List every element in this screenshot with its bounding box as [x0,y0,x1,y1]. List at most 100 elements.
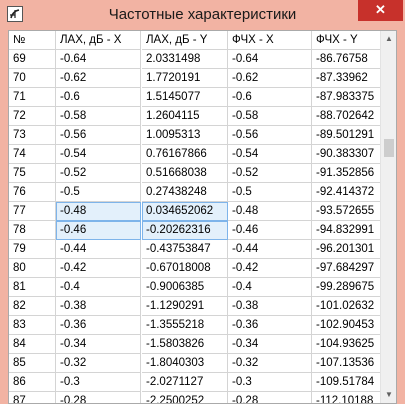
cell-fchh-y[interactable]: -112.10188 [312,392,380,403]
cell-number[interactable]: 76 [9,183,56,202]
cell-lah-y[interactable]: -1.8040303 [142,354,228,373]
table-row[interactable]: 81 -0.4 -0.9006385 -0.4 -99.289675 [9,278,380,297]
cell-fchh-x[interactable]: -0.32 [228,354,312,373]
cell-number[interactable]: 79 [9,240,56,259]
cell-lah-x[interactable]: -0.36 [56,316,141,335]
cell-fchh-x[interactable]: -0.48 [228,202,312,221]
cell-number[interactable]: 81 [9,278,56,297]
cell-fchh-x[interactable]: -0.4 [228,278,312,297]
cell-fchh-y[interactable]: -87.983375 [312,88,380,107]
cell-lah-x[interactable]: -0.6 [56,88,141,107]
table-row[interactable]: 83 -0.36 -1.3555218 -0.36 -102.90453 [9,316,380,335]
cell-lah-y[interactable]: -0.43753847 [142,240,228,259]
table-row[interactable]: 87 -0.28 -2.2500252 -0.28 -112.10188 [9,392,380,403]
cell-fchh-x[interactable]: -0.56 [228,126,312,145]
cell-fchh-y[interactable]: -102.90453 [312,316,380,335]
cell-lah-y[interactable]: -0.67018008 [142,259,228,278]
cell-lah-y[interactable]: -1.5803826 [142,335,228,354]
cell-lah-x[interactable]: -0.38 [56,297,141,316]
cell-lah-y[interactable]: -1.3555218 [142,316,228,335]
cell-fchh-y[interactable]: -109.51784 [312,373,380,392]
column-header-fchh-x[interactable]: ФЧХ - X [228,31,312,50]
cell-fchh-y[interactable]: -88.702642 [312,107,380,126]
table-row[interactable]: 82 -0.38 -1.1290291 -0.38 -101.02632 [9,297,380,316]
cell-fchh-y[interactable]: -86.76758 [312,50,380,69]
cell-number[interactable]: 83 [9,316,56,335]
table-row[interactable]: 73 -0.56 1.0095313 -0.56 -89.501291 [9,126,380,145]
cell-lah-x[interactable]: -0.34 [56,335,141,354]
cell-fchh-y[interactable]: -92.414372 [312,183,380,202]
table-row[interactable]: 84 -0.34 -1.5803826 -0.34 -104.93625 [9,335,380,354]
table-row[interactable]: 76 -0.5 0.27438248 -0.5 -92.414372 [9,183,380,202]
cell-number[interactable]: 84 [9,335,56,354]
cell-number[interactable]: 82 [9,297,56,316]
title-bar[interactable]: Частотные характеристики ✕ [0,0,405,30]
cell-lah-x[interactable]: -0.58 [56,107,141,126]
cell-fchh-y[interactable]: -97.684297 [312,259,380,278]
cell-lah-x[interactable]: -0.28 [56,392,141,403]
cell-fchh-x[interactable]: -0.3 [228,373,312,392]
table-row[interactable]: 85 -0.32 -1.8040303 -0.32 -107.13536 [9,354,380,373]
table-row[interactable]: 72 -0.58 1.2604115 -0.58 -88.702642 [9,107,380,126]
cell-lah-y[interactable]: -1.1290291 [142,297,228,316]
cell-number[interactable]: 73 [9,126,56,145]
cell-lah-x[interactable]: -0.5 [56,183,141,202]
data-grid[interactable]: № ЛАХ, дБ - X ЛАХ, дБ - Y ФЧХ - X ФЧХ - … [9,31,380,403]
table-row[interactable]: 71 -0.6 1.5145077 -0.6 -87.983375 [9,88,380,107]
cell-lah-y[interactable]: -2.2500252 [142,392,228,403]
column-header-lah-y[interactable]: ЛАХ, дБ - Y [142,31,228,50]
cell-fchh-x[interactable]: -0.6 [228,88,312,107]
scrollbar-thumb[interactable] [384,139,394,157]
cell-lah-y[interactable]: 1.5145077 [142,88,228,107]
column-header-lah-x[interactable]: ЛАХ, дБ - X [56,31,141,50]
cell-lah-y[interactable]: -0.9006385 [142,278,228,297]
cell-number[interactable]: 75 [9,164,56,183]
cell-fchh-y[interactable]: -96.201301 [312,240,380,259]
table-row[interactable]: 77 -0.48 0.034652062 -0.48 -93.572655 [9,202,380,221]
cell-lah-x[interactable]: -0.48 [56,202,141,221]
cell-lah-y[interactable]: 0.034652062 [142,202,228,221]
table-row[interactable]: 79 -0.44 -0.43753847 -0.44 -96.201301 [9,240,380,259]
cell-lah-x[interactable]: -0.56 [56,126,141,145]
table-row[interactable]: 86 -0.3 -2.0271127 -0.3 -109.51784 [9,373,380,392]
cell-number[interactable]: 71 [9,88,56,107]
cell-number[interactable]: 77 [9,202,56,221]
cell-fchh-y[interactable]: -99.289675 [312,278,380,297]
table-row[interactable]: 78 -0.46 -0.20262316 -0.46 -94.832991 [9,221,380,240]
cell-lah-y[interactable]: 1.7720191 [142,69,228,88]
cell-lah-y[interactable]: 2.0331498 [142,50,228,69]
cell-fchh-x[interactable]: -0.28 [228,392,312,403]
cell-lah-x[interactable]: -0.52 [56,164,141,183]
cell-fchh-y[interactable]: -107.13536 [312,354,380,373]
column-header-number[interactable]: № [9,31,56,50]
cell-lah-y[interactable]: -2.0271127 [142,373,228,392]
cell-number[interactable]: 87 [9,392,56,403]
cell-fchh-x[interactable]: -0.54 [228,145,312,164]
cell-number[interactable]: 72 [9,107,56,126]
cell-fchh-x[interactable]: -0.62 [228,69,312,88]
cell-fchh-x[interactable]: -0.42 [228,259,312,278]
cell-lah-x[interactable]: -0.44 [56,240,141,259]
cell-lah-y[interactable]: 0.27438248 [142,183,228,202]
cell-number[interactable]: 80 [9,259,56,278]
cell-number[interactable]: 78 [9,221,56,240]
cell-fchh-x[interactable]: -0.36 [228,316,312,335]
scroll-down-arrow-icon[interactable]: ▼ [381,387,396,403]
table-row[interactable]: 70 -0.62 1.7720191 -0.62 -87.33962 [9,69,380,88]
table-row[interactable]: 75 -0.52 0.51668038 -0.52 -91.352856 [9,164,380,183]
cell-lah-x[interactable]: -0.4 [56,278,141,297]
cell-lah-x[interactable]: -0.54 [56,145,141,164]
cell-lah-y[interactable]: -0.20262316 [142,221,228,240]
table-row[interactable]: 69 -0.64 2.0331498 -0.64 -86.76758 [9,50,380,69]
cell-lah-y[interactable]: 0.76167866 [142,145,228,164]
column-header-fchh-y[interactable]: ФЧХ - Y [312,31,380,50]
cell-fchh-x[interactable]: -0.52 [228,164,312,183]
cell-fchh-y[interactable]: -104.93625 [312,335,380,354]
cell-number[interactable]: 69 [9,50,56,69]
cell-fchh-y[interactable]: -101.02632 [312,297,380,316]
close-button[interactable]: ✕ [358,0,403,21]
table-row[interactable]: 74 -0.54 0.76167866 -0.54 -90.383307 [9,145,380,164]
cell-lah-y[interactable]: 0.51668038 [142,164,228,183]
cell-fchh-x[interactable]: -0.46 [228,221,312,240]
cell-fchh-y[interactable]: -93.572655 [312,202,380,221]
